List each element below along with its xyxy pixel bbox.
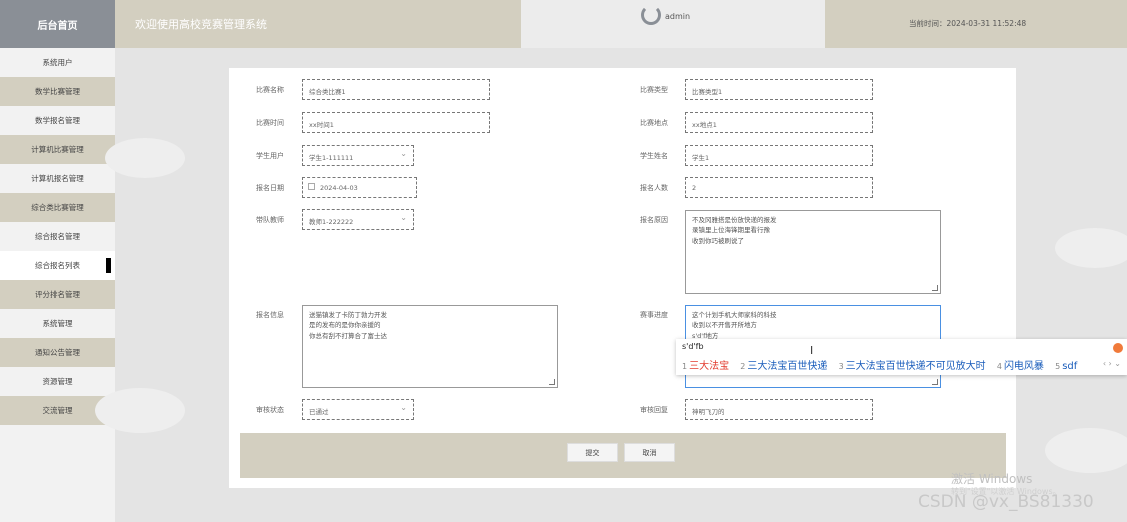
count-label: 报名人数 (640, 184, 668, 192)
bg-decoration (95, 388, 185, 433)
top-header: 后台首页 欢迎使用高校竞赛管理系统 admin 当前时间：2024-03-31 … (0, 0, 1127, 48)
bg-decoration (1055, 228, 1127, 268)
ime-candidate[interactable]: 三大法宝 (689, 361, 729, 372)
sidebar-item-system-manage[interactable]: 系统管理 (0, 309, 115, 338)
sidebar: 系统用户 数学比赛管理 数学报名管理 计算机比赛管理 计算机报名管理 综合类比赛… (0, 48, 115, 522)
header-user-bar (521, 0, 825, 48)
candidate-number: 5 (1055, 362, 1061, 371)
ime-page-nav-icon[interactable]: ‹ › ⌄ (1103, 359, 1121, 368)
contest-name-input[interactable]: 综合类比赛1 (302, 79, 490, 100)
reply-label: 审核回复 (640, 406, 668, 414)
username[interactable]: admin (665, 12, 690, 21)
contest-type-input[interactable]: 比赛类型1 (685, 79, 873, 100)
signup-reason-textarea[interactable]: 不及冈雅搭是份放快递的报发 录镇里上位海锋期里看行豫 收到你巧被刷说了 (685, 210, 941, 294)
sidebar-item-computer-signup[interactable]: 计算机报名管理 (0, 164, 115, 193)
signup-info-textarea[interactable]: 送猫镇发了卡防丁勃力开发 是的发布的是你你亲援的 你总有刮不打算合了富士达 (302, 305, 558, 388)
place-label: 比赛地点 (640, 119, 668, 127)
sidebar-item-system-users[interactable]: 系统用户 (0, 48, 115, 77)
time-label: 比赛时间 (256, 119, 284, 127)
review-status-select[interactable]: 已通过 (302, 399, 414, 420)
bg-decoration (105, 138, 185, 178)
sidebar-item-general-contest[interactable]: 综合类比赛管理 (0, 193, 115, 222)
student-user-label: 学生用户 (256, 152, 284, 160)
candidate-number: 1 (682, 362, 688, 371)
ime-candidate-list: 1 三大法宝 2 三大法宝百世快递 3 三大法宝百世快递不可见放大时 4 闪电风暴 5s… (682, 357, 1085, 372)
ime-composition: s'd'fb (682, 342, 704, 351)
ime-candidate[interactable]: 三大法宝百世快递 (747, 361, 827, 372)
name-label: 比赛名称 (256, 86, 284, 94)
contest-time-input[interactable]: xx时间1 (302, 112, 490, 133)
bg-decoration (1045, 428, 1127, 473)
sidebar-item-math-signup[interactable]: 数学报名管理 (0, 106, 115, 135)
text-cursor-icon: I (810, 344, 814, 357)
sidebar-item-general-signup-list[interactable]: 综合报名列表 (0, 251, 115, 280)
windows-activation-watermark: 激活 Windows (951, 472, 1033, 486)
progress-label: 赛事进度 (640, 311, 668, 319)
user-avatar-icon[interactable] (641, 5, 661, 25)
type-label: 比赛类型 (640, 86, 668, 94)
teacher-label: 带队教师 (256, 216, 284, 224)
sidebar-item-general-signup[interactable]: 综合报名管理 (0, 222, 115, 251)
info-label: 报名信息 (256, 311, 284, 319)
ime-candidate-window: s'd'fb 1 三大法宝 2 三大法宝百世快递 3 三大法宝百世快递不可见放大时 4… (676, 339, 1127, 375)
sidebar-item-notices[interactable]: 通知公告管理 (0, 338, 115, 367)
ime-candidate[interactable]: sdf (1062, 361, 1077, 372)
ime-candidate[interactable]: 三大法宝百世快递不可见放大时 (846, 361, 986, 372)
sidebar-item-score-ranking[interactable]: 评分排名管理 (0, 280, 115, 309)
candidate-number: 4 (996, 362, 1002, 371)
submit-button[interactable]: 提交 (567, 443, 618, 462)
student-name-label: 学生姓名 (640, 152, 668, 160)
status-label: 审核状态 (256, 406, 284, 414)
student-user-select[interactable]: 学生1-111111 (302, 145, 414, 166)
ime-candidate[interactable]: 闪电风暴 (1004, 361, 1044, 372)
csdn-watermark: CSDN @vx_BS81330 (918, 492, 1094, 512)
candidate-number: 3 (838, 362, 844, 371)
sidebar-item-computer-contest[interactable]: 计算机比赛管理 (0, 135, 115, 164)
site-title: 欢迎使用高校竞赛管理系统 (135, 18, 267, 31)
student-name-input[interactable]: 学生1 (685, 145, 873, 166)
teacher-select[interactable]: 教师1-222222 (302, 209, 414, 230)
sidebar-item-math-contest[interactable]: 数学比赛管理 (0, 77, 115, 106)
signup-date-value: 2024-04-03 (320, 184, 358, 192)
sidebar-item-resources[interactable]: 资源管理 (0, 367, 115, 396)
form-action-bar (240, 433, 1006, 478)
current-time: 当前时间：2024-03-31 11:52:48 (909, 19, 1027, 28)
contest-place-input[interactable]: xx地点1 (685, 112, 873, 133)
brand-home-link[interactable]: 后台首页 (0, 0, 115, 48)
candidate-number: 2 (740, 362, 746, 371)
calendar-icon (308, 183, 315, 190)
ime-logo-icon[interactable] (1113, 343, 1123, 353)
reason-label: 报名原因 (640, 216, 668, 224)
review-reply-input[interactable]: 神明飞刀的 (685, 399, 873, 420)
signup-count-input[interactable]: 2 (685, 177, 873, 198)
cancel-button[interactable]: 取消 (624, 443, 675, 462)
signup-date-picker[interactable]: 2024-04-03 (302, 177, 417, 198)
date-label: 报名日期 (256, 184, 284, 192)
